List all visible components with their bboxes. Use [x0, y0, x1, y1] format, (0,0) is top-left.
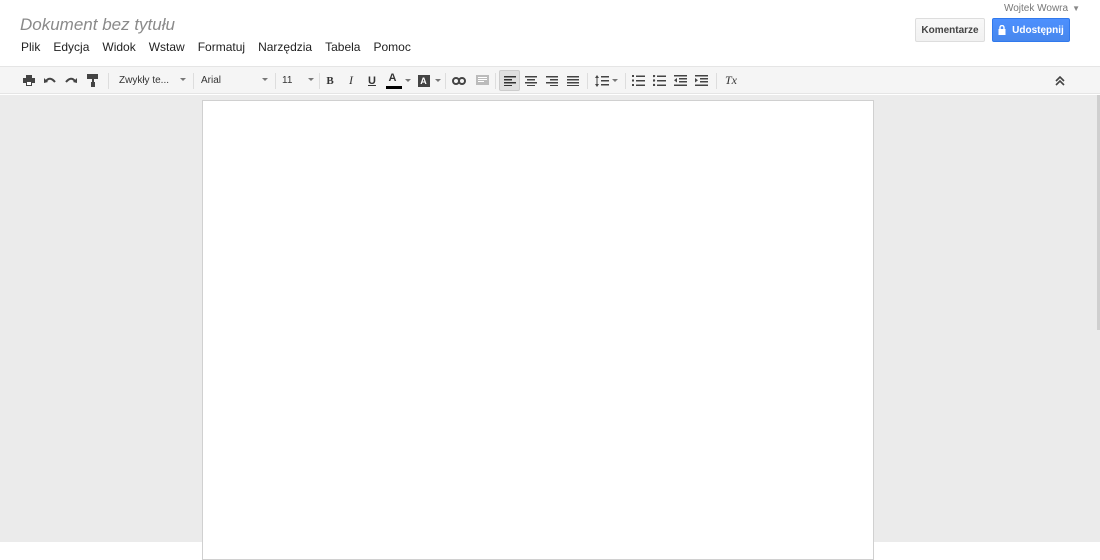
toolbar-separator [445, 73, 446, 89]
menu-format[interactable]: Formatuj [198, 40, 245, 54]
collapse-icon[interactable] [1051, 70, 1069, 91]
chevron-down-icon: ▼ [1072, 4, 1080, 13]
menu-view[interactable]: Widok [102, 40, 135, 54]
toolbar-separator [625, 73, 626, 89]
clear-formatting-icon[interactable]: Tx [722, 70, 740, 91]
align-left-icon[interactable] [499, 70, 520, 91]
share-button[interactable]: Udostępnij [992, 18, 1070, 42]
menu-table[interactable]: Tabela [325, 40, 360, 54]
chevron-down-icon [611, 79, 618, 82]
paragraph-style-select[interactable]: Zwykły te... [113, 70, 189, 91]
font-family-select[interactable]: Arial [195, 70, 271, 91]
share-label: Udostępnij [1012, 24, 1064, 36]
align-justify-icon[interactable] [563, 70, 582, 91]
font-family-value: Arial [201, 75, 222, 86]
toolbar-separator [319, 73, 320, 89]
document-page[interactable] [202, 100, 874, 560]
toolbar-separator [716, 73, 717, 89]
undo-icon[interactable] [41, 70, 59, 91]
text-color-button[interactable]: A [384, 70, 412, 91]
toolbar-separator [193, 73, 194, 89]
menu-bar: Plik Edycja Widok Wstaw Formatuj Narzędz… [21, 40, 424, 54]
toolbar-separator [108, 73, 109, 89]
menu-edit[interactable]: Edycja [53, 40, 89, 54]
align-center-icon[interactable] [521, 70, 540, 91]
font-size-value: 11 [282, 75, 293, 86]
document-title[interactable]: Dokument bez tytułu [20, 15, 175, 35]
highlight-color-button[interactable]: A [415, 70, 443, 91]
text-color-swatch [385, 85, 402, 89]
chevron-down-icon [308, 78, 314, 81]
text-color-icon: A [385, 71, 402, 90]
bold-button[interactable]: B [322, 70, 338, 91]
paint-format-icon[interactable] [84, 70, 102, 91]
formatting-toolbar: Zwykły te... Arial 11 B I U A A Tx [0, 66, 1100, 94]
paragraph-style-value: Zwykły te... [119, 75, 170, 86]
menu-tools[interactable]: Narzędzia [258, 40, 312, 54]
italic-button[interactable]: I [343, 70, 359, 91]
decrease-indent-icon[interactable] [671, 70, 689, 91]
chevron-down-icon [434, 79, 441, 82]
chevron-down-icon [180, 78, 186, 81]
comment-icon[interactable] [473, 70, 491, 91]
highlight-color-icon: A [417, 74, 430, 87]
chevron-down-icon [262, 78, 268, 81]
clear-formatting-label: Tx [725, 73, 737, 87]
font-size-select[interactable]: 11 [277, 70, 317, 91]
redo-icon[interactable] [62, 70, 80, 91]
comments-button[interactable]: Komentarze [915, 18, 985, 42]
link-icon[interactable] [450, 70, 468, 91]
bulleted-list-icon[interactable] [650, 70, 668, 91]
numbered-list-icon[interactable] [629, 70, 647, 91]
user-account-menu[interactable]: Wojtek Wowra ▼ [1004, 3, 1080, 14]
toolbar-separator [275, 73, 276, 89]
chevron-down-icon [404, 79, 411, 82]
line-spacing-button[interactable] [591, 70, 621, 91]
print-icon[interactable] [20, 70, 38, 91]
underline-button[interactable]: U [364, 70, 380, 91]
menu-help[interactable]: Pomoc [373, 40, 410, 54]
document-canvas [0, 95, 1100, 560]
toolbar-separator [495, 73, 496, 89]
menu-file[interactable]: Plik [21, 40, 40, 54]
text-color-letter: A [388, 71, 397, 84]
increase-indent-icon[interactable] [692, 70, 710, 91]
menu-insert[interactable]: Wstaw [149, 40, 185, 54]
app-header: Dokument bez tytułu Plik Edycja Widok Ws… [0, 0, 1100, 66]
lock-icon [998, 25, 1006, 35]
align-right-icon[interactable] [542, 70, 561, 91]
line-spacing-icon [594, 74, 609, 87]
toolbar-separator [587, 73, 588, 89]
user-name: Wojtek Wowra [1003, 3, 1069, 14]
